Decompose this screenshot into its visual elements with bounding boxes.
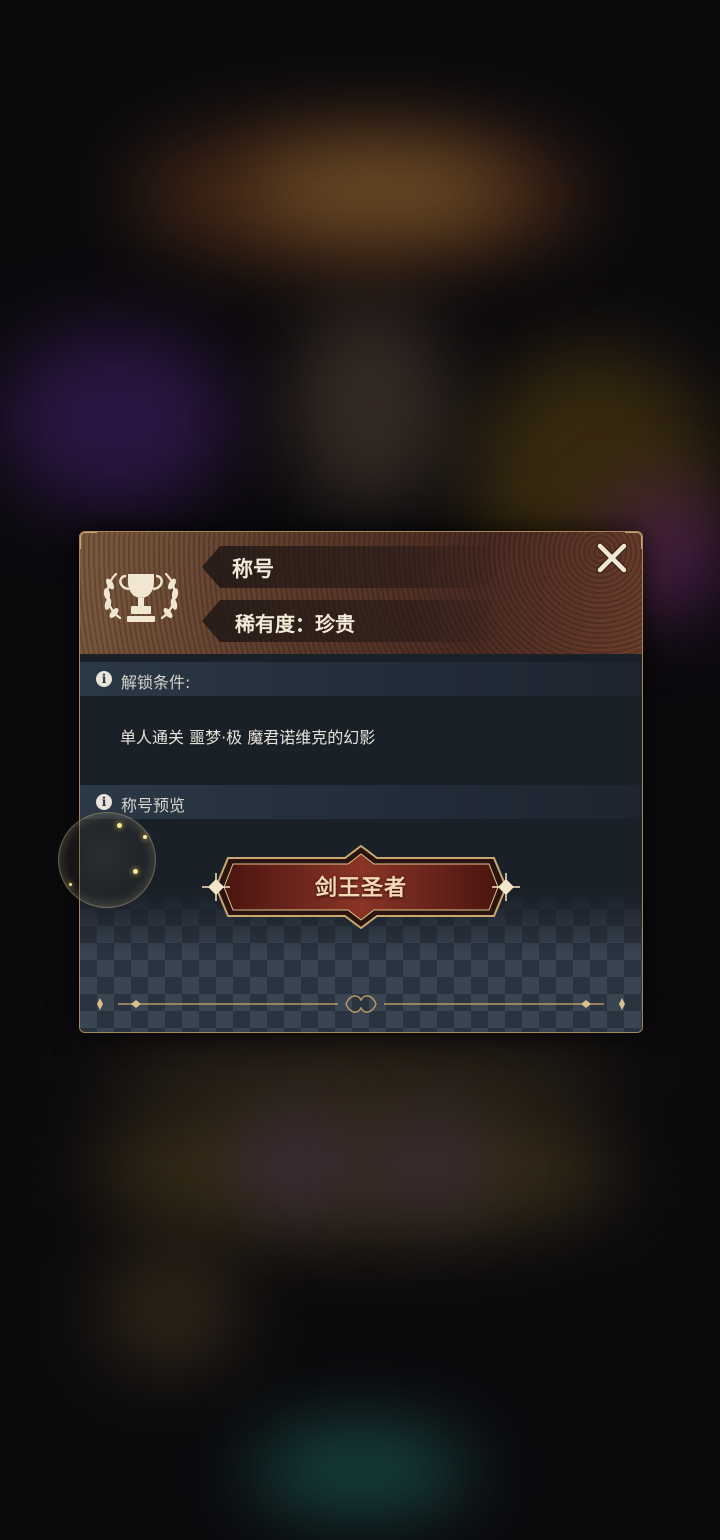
trophy-laurel-icon <box>96 560 186 632</box>
info-icon: i <box>96 794 112 810</box>
title-detail-dialog: 称号 稀有度：珍贵 i 解锁条件: 单人通关 噩梦·极 魔君诺维克的幻影 i 称… <box>79 531 643 1033</box>
unlock-condition-header: i 解锁条件: <box>80 662 642 696</box>
close-x-icon <box>596 542 628 574</box>
title-preview-label: 称号预览 <box>121 796 186 815</box>
close-button[interactable] <box>592 538 632 578</box>
info-icon: i <box>96 671 112 687</box>
title-preview-name: 剑王圣者 <box>314 875 407 901</box>
dialog-title: 称号 <box>232 557 274 581</box>
footer-ornament <box>88 990 634 1020</box>
corner-ornament <box>80 532 97 549</box>
unlock-condition-text: 单人通关 噩梦·极 魔君诺维克的幻影 <box>120 728 376 747</box>
sparkle-icon <box>117 823 122 828</box>
sparkle-icon <box>69 883 72 886</box>
rarity-text: 稀有度：珍贵 <box>235 612 355 636</box>
floating-assist-bubble[interactable] <box>58 812 156 908</box>
title-preview-header: i 称号预览 <box>80 785 642 819</box>
unlock-condition-label: 解锁条件: <box>121 673 191 692</box>
sparkle-icon <box>133 869 138 874</box>
sparkle-icon <box>143 835 147 839</box>
